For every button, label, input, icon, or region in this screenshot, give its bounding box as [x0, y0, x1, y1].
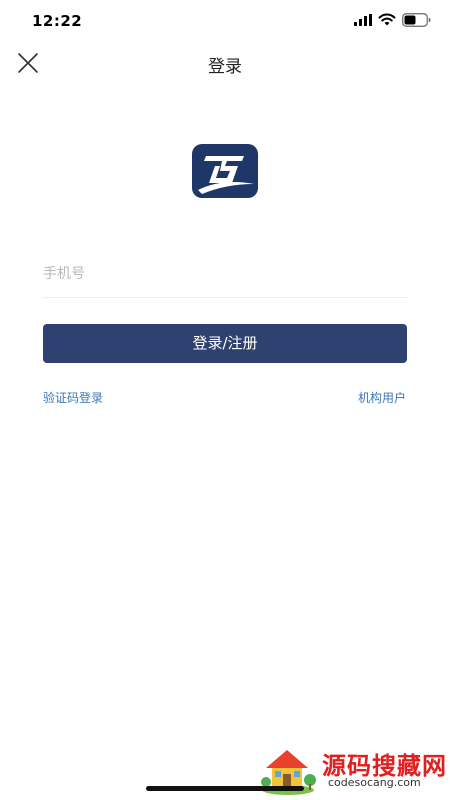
- status-time: 12:22: [32, 12, 83, 30]
- home-indicator: [146, 786, 304, 791]
- nav-bar: 登录: [0, 40, 450, 86]
- wifi-icon: [378, 13, 396, 26]
- status-bar: 12:22: [0, 0, 450, 40]
- logo-glyph-icon: [198, 156, 254, 194]
- phone-input[interactable]: [43, 257, 407, 291]
- page-title: 登录: [208, 57, 242, 77]
- battery-icon: [402, 13, 431, 27]
- login-register-button[interactable]: 登录/注册: [43, 324, 407, 363]
- signal-icon: [354, 14, 372, 26]
- org-user-link[interactable]: 机构用户: [358, 389, 406, 406]
- phone-field: [43, 257, 407, 298]
- sms-login-link[interactable]: 验证码登录: [43, 389, 103, 406]
- watermark-url: codesocang.com: [328, 776, 421, 789]
- app-logo: [192, 144, 258, 198]
